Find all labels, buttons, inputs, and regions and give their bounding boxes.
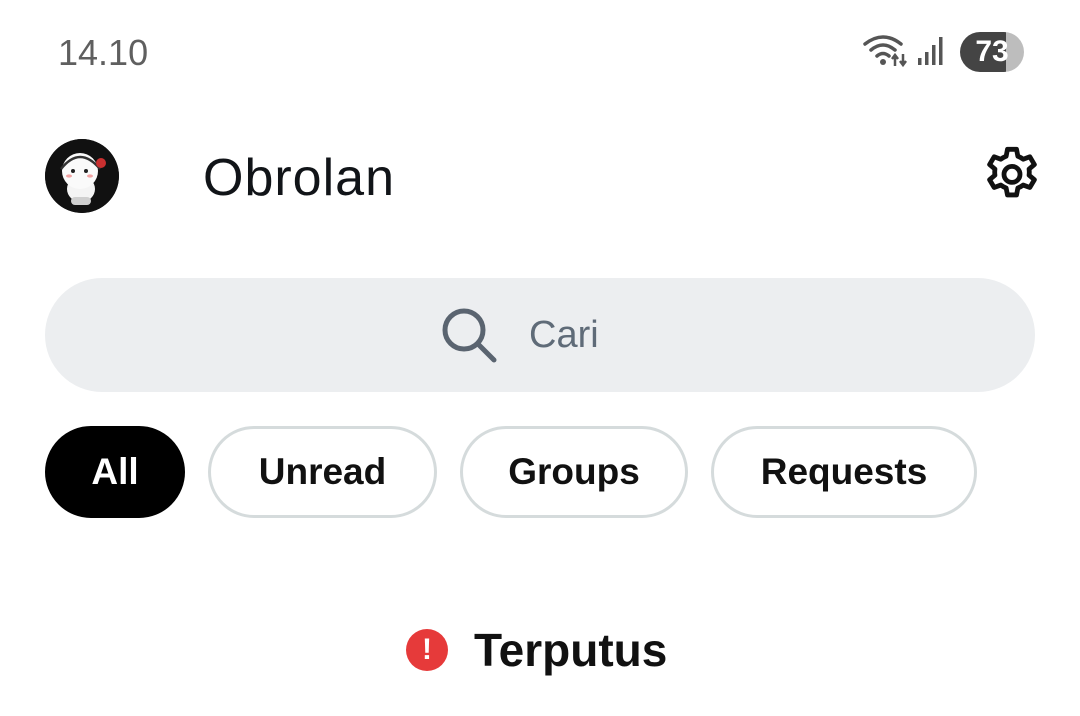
gear-icon bbox=[987, 146, 1037, 198]
connection-status: ! Terputus bbox=[406, 622, 667, 678]
avatar[interactable] bbox=[45, 139, 119, 213]
connection-status-text: Terputus bbox=[474, 624, 668, 676]
filter-chip-label: Unread bbox=[258, 451, 387, 492]
battery-level: 73 bbox=[975, 35, 1009, 68]
page-title: Obrolan bbox=[203, 149, 395, 207]
settings-button[interactable] bbox=[980, 144, 1044, 208]
wifi-icon bbox=[862, 32, 908, 73]
search-input[interactable] bbox=[527, 312, 641, 358]
search-bar[interactable] bbox=[45, 278, 1035, 392]
filter-chip-label: Groups bbox=[508, 451, 640, 492]
battery-icon: 73 bbox=[960, 32, 1024, 72]
chats-screen: 14.10 73 Obrolan Cari All Unread Groups … bbox=[0, 0, 1080, 716]
signal-icon bbox=[916, 34, 946, 71]
status-icons: 73 bbox=[862, 30, 1024, 74]
filter-chip-all[interactable]: All bbox=[45, 426, 185, 518]
filter-chip-label: Requests bbox=[760, 451, 928, 492]
filter-chip-requests[interactable]: Requests bbox=[711, 426, 977, 518]
alert-icon: ! bbox=[406, 629, 448, 671]
filter-chip-groups[interactable]: Groups bbox=[460, 426, 688, 518]
filter-chip-label: All bbox=[91, 451, 139, 492]
search-icon bbox=[442, 308, 497, 363]
status-time: 14.10 bbox=[58, 32, 149, 73]
filter-chip-unread[interactable]: Unread bbox=[208, 426, 437, 518]
